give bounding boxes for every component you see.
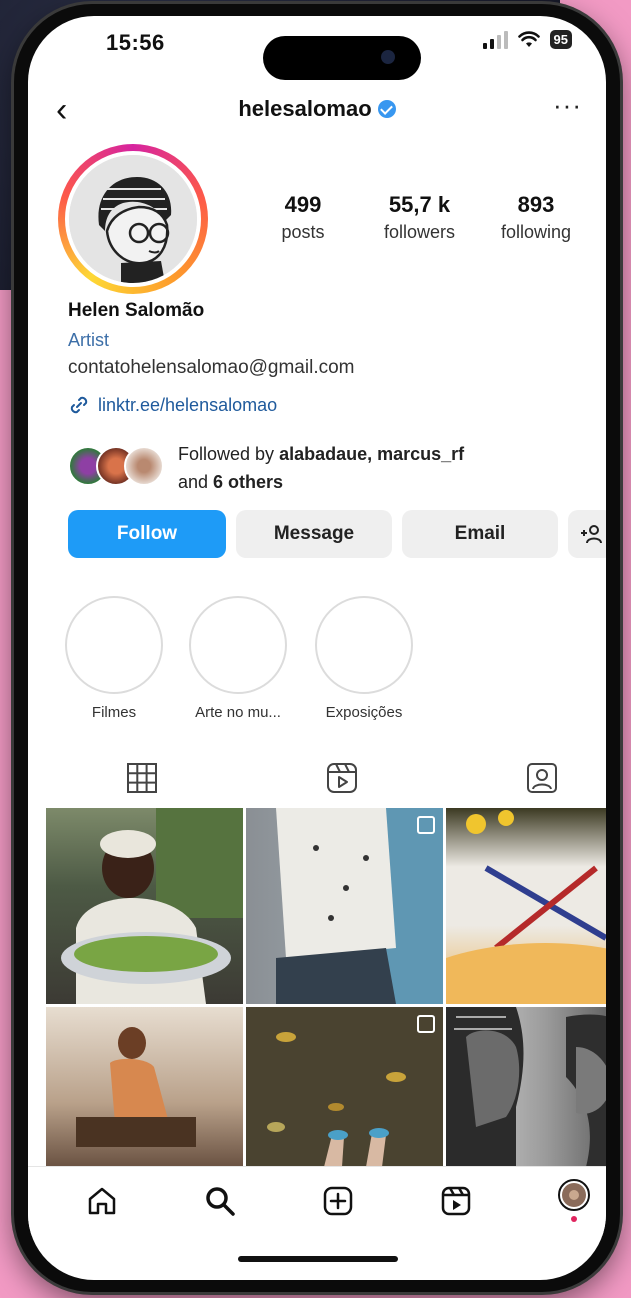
wifi-icon bbox=[517, 30, 540, 47]
post-grid bbox=[46, 808, 606, 1167]
highlight-label: Filmes bbox=[91, 704, 137, 721]
status-icons: 95 bbox=[482, 30, 572, 49]
followed-and: and bbox=[178, 472, 214, 492]
suggested-users-button[interactable] bbox=[568, 510, 606, 558]
tab-grid[interactable] bbox=[122, 758, 162, 798]
avatar bbox=[65, 151, 201, 287]
profile-name: Helen Salomão bbox=[68, 300, 205, 321]
profile-header: ‹ helesalomao ··· bbox=[28, 90, 606, 134]
content-tabs bbox=[28, 758, 606, 808]
nav-create[interactable] bbox=[318, 1181, 358, 1221]
status-time: 15:56 bbox=[106, 30, 165, 55]
multiple-posts-icon bbox=[417, 816, 435, 834]
highlight-circle bbox=[315, 596, 413, 694]
more-options-icon[interactable]: ··· bbox=[553, 90, 582, 121]
profile-email[interactable]: contatohelensalomao@gmail.com bbox=[68, 357, 355, 379]
verified-badge-icon bbox=[377, 100, 396, 118]
nav-home[interactable] bbox=[82, 1181, 122, 1221]
home-icon bbox=[88, 1187, 116, 1215]
highlight-arte[interactable]: Arte no mu... bbox=[188, 596, 288, 721]
username: helesalomao bbox=[238, 96, 372, 121]
plus-square-icon bbox=[323, 1186, 353, 1216]
reels-icon bbox=[441, 1186, 471, 1216]
stat-posts-label: posts bbox=[281, 222, 325, 242]
followed-prefix: Followed by bbox=[178, 444, 280, 464]
dynamic-island bbox=[263, 36, 421, 80]
profile-actions: Follow Message Email bbox=[68, 510, 606, 558]
follow-button[interactable]: Follow bbox=[68, 510, 226, 558]
followed-by[interactable]: Followed by alabadaue, marcus_rf and 6 o… bbox=[68, 436, 588, 496]
stat-followers-label: followers bbox=[383, 222, 456, 242]
home-indicator bbox=[238, 1256, 398, 1262]
stat-following-label: following bbox=[500, 222, 572, 242]
battery-icon: 95 bbox=[549, 30, 572, 49]
highlight-filmes[interactable]: Filmes bbox=[64, 596, 164, 721]
phone-frame: 15:56 95 ‹ helesalomao ··· 499 posts 55,… bbox=[14, 4, 620, 1292]
highlight-circle bbox=[65, 596, 163, 694]
message-button[interactable]: Message bbox=[236, 510, 392, 558]
post-thumbnail[interactable] bbox=[246, 1007, 443, 1167]
stat-followers-count: 55,7 k bbox=[388, 192, 451, 217]
stat-following-count: 893 bbox=[517, 192, 555, 217]
multiple-posts-icon bbox=[417, 1015, 435, 1033]
followed-by-text: Followed by alabadaue, marcus_rf and 6 o… bbox=[178, 440, 464, 496]
reels-icon bbox=[327, 763, 357, 793]
followed-names: alabadaue, marcus_rf bbox=[279, 444, 465, 464]
username-title: helesalomao bbox=[28, 96, 606, 122]
email-button[interactable]: Email bbox=[402, 510, 558, 558]
nav-profile[interactable] bbox=[554, 1179, 594, 1222]
add-person-icon bbox=[581, 525, 602, 544]
post-thumbnail[interactable] bbox=[446, 808, 606, 1004]
link-icon bbox=[70, 396, 88, 414]
post-thumbnail[interactable] bbox=[46, 1007, 243, 1167]
profile-category: Artist bbox=[68, 330, 110, 350]
profile-link-text: linktr.ee/helensalomao bbox=[98, 394, 278, 415]
stat-posts-count: 499 bbox=[284, 192, 322, 217]
bottom-nav bbox=[28, 1166, 606, 1236]
tab-reels[interactable] bbox=[322, 758, 362, 798]
highlight-label: Arte no mu... bbox=[195, 704, 281, 721]
post-thumbnail[interactable] bbox=[46, 808, 243, 1004]
follower-avatar-3 bbox=[124, 446, 164, 486]
profile-avatar-icon bbox=[558, 1179, 590, 1222]
grid-icon bbox=[127, 763, 157, 793]
signal-icon bbox=[482, 30, 508, 49]
nav-search[interactable] bbox=[200, 1181, 240, 1221]
profile-link[interactable]: linktr.ee/helensalomao bbox=[68, 394, 277, 416]
post-thumbnail[interactable] bbox=[446, 1007, 606, 1167]
phone-screen: 15:56 95 ‹ helesalomao ··· 499 posts 55,… bbox=[28, 16, 606, 1280]
stat-posts[interactable]: 499 posts bbox=[248, 192, 358, 243]
profile-stats: 499 posts 55,7 k followers 893 following bbox=[248, 192, 603, 243]
nav-reels[interactable] bbox=[436, 1181, 476, 1221]
avatar-story-ring[interactable] bbox=[58, 144, 208, 294]
followed-others: 6 others bbox=[213, 472, 284, 492]
search-icon bbox=[206, 1187, 235, 1216]
tagged-person-icon bbox=[527, 763, 557, 793]
post-thumbnail[interactable] bbox=[246, 808, 443, 1004]
highlight-label: Exposições bbox=[325, 704, 403, 721]
stat-followers[interactable]: 55,7 k followers bbox=[365, 192, 475, 243]
highlight-exposicoes[interactable]: Exposições bbox=[314, 596, 414, 721]
highlight-circle bbox=[189, 596, 287, 694]
camera-icon bbox=[381, 50, 395, 64]
tab-tagged[interactable] bbox=[522, 758, 562, 798]
stat-following[interactable]: 893 following bbox=[481, 192, 591, 243]
